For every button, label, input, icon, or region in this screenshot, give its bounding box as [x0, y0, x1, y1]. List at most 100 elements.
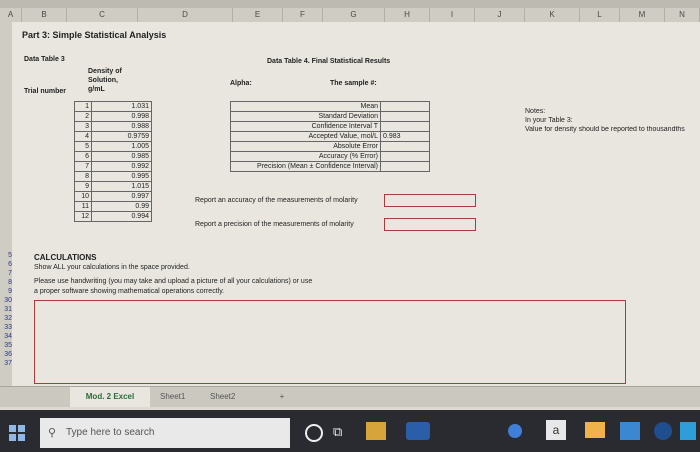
- data-table3: 1 1.031 2 0.998 3 0.988 4 0.9759 5 1.005 6 0.9…: [74, 101, 152, 222]
- stat-label: Accuracy (% Error): [230, 151, 381, 162]
- table-row: 2 0.998: [74, 111, 152, 122]
- calculations-area[interactable]: [34, 300, 626, 384]
- trial-cell[interactable]: 7: [74, 161, 92, 172]
- column-header-d[interactable]: D: [138, 8, 233, 22]
- density-cell[interactable]: 0.988: [91, 121, 152, 132]
- trial-cell[interactable]: 5: [74, 141, 92, 152]
- density-cell[interactable]: 0.997: [91, 191, 152, 202]
- row-header[interactable]: 9: [0, 288, 12, 295]
- add-sheet-button[interactable]: +: [275, 387, 289, 407]
- sheet-tab[interactable]: Sheet2: [210, 387, 235, 407]
- trial-cell[interactable]: 12: [74, 211, 92, 222]
- mail-icon[interactable]: [585, 422, 605, 438]
- hp-icon[interactable]: [406, 422, 430, 440]
- stat-value-cell[interactable]: [380, 141, 430, 152]
- density-cell[interactable]: 0.995: [91, 171, 152, 182]
- cortana-icon[interactable]: [305, 424, 323, 442]
- stat-value-cell[interactable]: [380, 101, 430, 112]
- column-header-f[interactable]: F: [283, 8, 323, 22]
- density-cell[interactable]: 0.992: [91, 161, 152, 172]
- trial-cell[interactable]: 2: [74, 111, 92, 122]
- data-table4-title: Data Table 4. Final Statistical Results: [267, 58, 391, 65]
- notes-line: In your Table 3:: [525, 117, 573, 124]
- sheet-tab-active[interactable]: Mod. 2 Excel: [70, 387, 150, 407]
- report-precision-label: Report a precision of the measurements o…: [195, 221, 354, 228]
- column-header-l[interactable]: L: [580, 8, 620, 22]
- amazon-icon[interactable]: a: [546, 420, 566, 440]
- row-header[interactable]: 31: [0, 306, 12, 313]
- row-header[interactable]: 7: [0, 270, 12, 277]
- trial-cell[interactable]: 1: [74, 101, 92, 112]
- column-header-j[interactable]: J: [475, 8, 525, 22]
- store-icon[interactable]: [620, 422, 640, 440]
- task-view-icon[interactable]: ⧉: [333, 424, 342, 440]
- trial-cell[interactable]: 9: [74, 181, 92, 192]
- table-row: Accuracy (% Error): [230, 151, 430, 162]
- row-header[interactable]: 35: [0, 342, 12, 349]
- row-header[interactable]: 34: [0, 333, 12, 340]
- trial-cell[interactable]: 6: [74, 151, 92, 162]
- density-cell[interactable]: 0.994: [91, 211, 152, 222]
- column-header-b[interactable]: B: [22, 8, 67, 22]
- stat-label: Mean: [230, 101, 381, 112]
- trial-cell[interactable]: 10: [74, 191, 92, 202]
- density-cell[interactable]: 0.998: [91, 111, 152, 122]
- taskbar-search-box[interactable]: ⚲ Type here to search: [40, 418, 290, 448]
- stat-value-cell[interactable]: [380, 121, 430, 132]
- report-accuracy-label: Report an accuracy of the measurements o…: [195, 197, 358, 204]
- stat-label: Precision (Mean ± Confidence Interval): [230, 161, 381, 172]
- column-header-c[interactable]: C: [67, 8, 138, 22]
- density-cell[interactable]: 1.005: [91, 141, 152, 152]
- sheet-tabs-bar: Mod. 2 Excel Sheet1 Sheet2 +: [0, 386, 700, 407]
- accepted-value-cell[interactable]: 0.983: [380, 131, 430, 142]
- row-header[interactable]: 6: [0, 261, 12, 268]
- density-cell[interactable]: 0.9759: [91, 131, 152, 142]
- trial-cell[interactable]: 4: [74, 131, 92, 142]
- stat-label: Absolute Error: [230, 141, 381, 152]
- stat-value-cell[interactable]: [380, 111, 430, 122]
- row-header[interactable]: 5: [0, 252, 12, 259]
- sheet-tab[interactable]: Sheet1: [160, 387, 185, 407]
- column-header-g[interactable]: G: [323, 8, 385, 22]
- chrome-icon[interactable]: [654, 422, 672, 440]
- row-header[interactable]: 8: [0, 279, 12, 286]
- column-header-i[interactable]: I: [430, 8, 475, 22]
- table-row: 10 0.997: [74, 191, 152, 202]
- row-header[interactable]: 33: [0, 324, 12, 331]
- calculations-line: a proper software showing mathematical o…: [34, 288, 225, 295]
- report-precision-input[interactable]: [384, 218, 476, 231]
- app-icon[interactable]: [680, 422, 696, 440]
- browser-icon[interactable]: [508, 424, 522, 438]
- stat-value-cell[interactable]: [380, 151, 430, 162]
- column-header-n[interactable]: N: [665, 8, 700, 22]
- table-row: Standard Deviation: [230, 111, 430, 122]
- file-explorer-icon[interactable]: [366, 422, 386, 440]
- row-header[interactable]: 37: [0, 360, 12, 367]
- row-header[interactable]: 36: [0, 351, 12, 358]
- report-accuracy-input[interactable]: [384, 194, 476, 207]
- trial-cell[interactable]: 8: [74, 171, 92, 182]
- stat-value-cell[interactable]: [380, 161, 430, 172]
- column-header-k[interactable]: K: [525, 8, 580, 22]
- calculations-line: Show ALL your calculations in the space …: [34, 264, 190, 271]
- table-row: 12 0.994: [74, 211, 152, 222]
- column-header-bar: A B C D E F G H I J K L M N: [0, 8, 700, 23]
- windows-start-icon[interactable]: [8, 424, 26, 442]
- window-top-edge: [0, 0, 700, 8]
- column-header-a[interactable]: A: [0, 8, 22, 22]
- density-cell[interactable]: 0.99: [91, 201, 152, 212]
- density-cell[interactable]: 1.015: [91, 181, 152, 192]
- trial-number-header: Trial number: [24, 88, 67, 95]
- table-row: Confidence Interval T: [230, 121, 430, 132]
- trial-cell[interactable]: 11: [74, 201, 92, 212]
- density-cell[interactable]: 1.031: [91, 101, 152, 112]
- row-header[interactable]: 32: [0, 315, 12, 322]
- column-header-h[interactable]: H: [385, 8, 430, 22]
- column-header-m[interactable]: M: [620, 8, 665, 22]
- calculations-line: Please use handwriting (you may take and…: [34, 278, 313, 285]
- worksheet-grid[interactable]: Part 3: Simple Statistical Analysis Data…: [12, 22, 700, 386]
- density-cell[interactable]: 0.985: [91, 151, 152, 162]
- trial-cell[interactable]: 3: [74, 121, 92, 132]
- row-header[interactable]: 30: [0, 297, 12, 304]
- column-header-e[interactable]: E: [233, 8, 283, 22]
